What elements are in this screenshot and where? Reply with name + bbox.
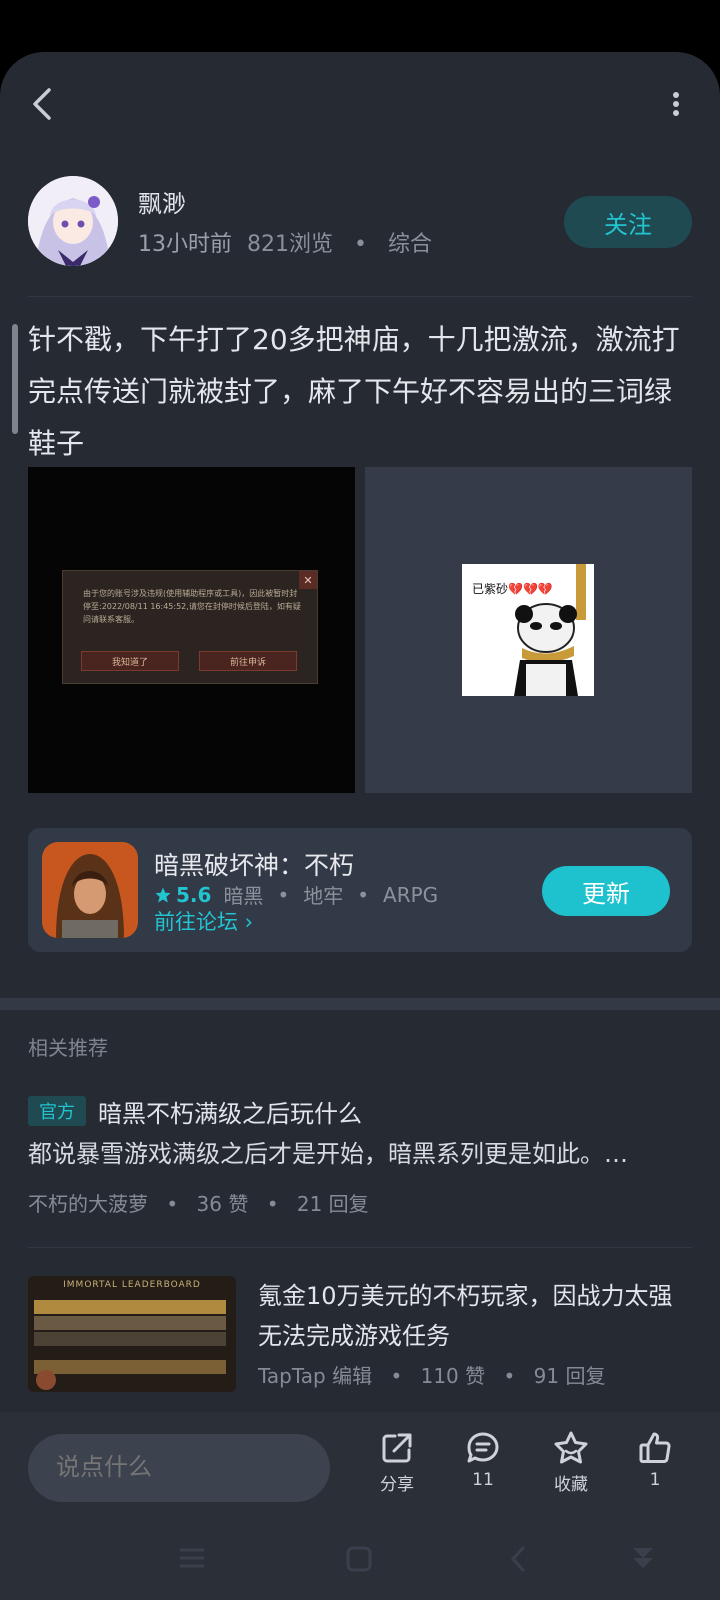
author-name[interactable]: 飘渺	[138, 184, 186, 219]
post-body: 针不戳，下午打了20多把神庙，十几把激流，激流打完点传送门就被封了，麻了下午好不…	[28, 323, 680, 460]
bottom-action-bar: 分享 11 收藏 1	[0, 1412, 720, 1516]
game-tag: 地牢	[303, 884, 344, 908]
game-tag: 暗黑	[223, 884, 264, 908]
author-header: 飘渺 13小时前 821浏览 • 综合 关注	[28, 176, 692, 272]
share-icon	[382, 1433, 412, 1463]
scroll-indicator[interactable]	[12, 324, 18, 434]
share-button[interactable]: 分享	[362, 1430, 432, 1500]
update-button[interactable]: 更新	[542, 866, 670, 916]
related-item-replies: 91 回复	[533, 1364, 606, 1388]
back-nav-icon[interactable]	[508, 1544, 528, 1574]
dialog-ok-label: 我知道了	[81, 651, 179, 671]
tag-separator: •	[357, 882, 370, 907]
related-item-meta: 不朽的大菠萝 • 36 赞 • 21 回复	[28, 1188, 369, 1217]
related-item-title: 氪金10万美元的不朽玩家，因战力太强无法完成游戏任务	[258, 1282, 673, 1350]
game-card[interactable]: 暗黑破坏神：不朽 5.6 暗黑 • 地牢 • ARPG 前往论坛 › 更新	[28, 828, 692, 952]
follow-button[interactable]: 关注	[564, 196, 692, 248]
related-heading: 相关推荐	[28, 1036, 108, 1060]
favorite-button[interactable]: 收藏	[536, 1430, 606, 1500]
system-nav-bar	[0, 1516, 720, 1600]
official-badge: 官方	[28, 1096, 86, 1126]
related-item-replies: 21 回复	[296, 1192, 369, 1216]
related-item-meta: TapTap 编辑 • 110 赞 • 91 回复	[258, 1360, 626, 1389]
comment-icon	[467, 1432, 499, 1463]
tag-separator: •	[277, 882, 290, 907]
back-button[interactable]	[22, 82, 62, 126]
divider	[28, 1247, 692, 1248]
post-image-meme[interactable]: 已紫砂💔💔💔	[365, 467, 692, 793]
meta-separator: •	[354, 232, 367, 257]
favorite-label: 收藏	[554, 1475, 588, 1495]
game-icon	[42, 842, 138, 938]
meta-separator: •	[503, 1364, 516, 1388]
post-category[interactable]: 综合	[388, 232, 432, 257]
comment-count: 11	[472, 1470, 494, 1490]
ban-dialog-text: 由于您的账号涉及违规(使用辅助程序或工具)，因此被暂时封停至:2022/08/1…	[83, 589, 301, 624]
related-item-likes: 36 赞	[196, 1192, 249, 1216]
game-title: 暗黑破坏神：不朽	[154, 851, 355, 880]
related-item-author: TapTap 编辑	[258, 1364, 373, 1388]
ban-dialog-image: ✕ 由于您的账号涉及违规(使用辅助程序或工具)，因此被暂时封停至:2022/08…	[62, 570, 318, 684]
related-item-title: 暗黑不朽满级之后玩什么	[98, 1100, 362, 1128]
thumbs-up-icon	[639, 1432, 671, 1463]
top-bar	[0, 52, 720, 152]
panda-meme: 已紫砂💔💔💔	[462, 564, 594, 696]
post-meta: 13小时前 821浏览 • 综合	[138, 226, 432, 258]
share-label: 分享	[380, 1475, 414, 1495]
game-tag: ARPG	[383, 882, 439, 907]
avatar[interactable]	[28, 176, 118, 266]
related-item-excerpt: 都说暴雪游戏满级之后才是开始，暗黑系列更是如此。…	[28, 1140, 628, 1168]
like-count: 1	[649, 1470, 661, 1490]
related-item-thumbnail: IMMORTAL LEADERBOARD	[28, 1276, 236, 1392]
game-rating: 5.6	[176, 882, 212, 907]
menu-icon[interactable]	[176, 1544, 208, 1572]
chevron-left-icon	[33, 88, 51, 120]
dialog-appeal-label: 前往申诉	[199, 651, 297, 671]
divider	[28, 296, 692, 297]
collapse-icon[interactable]	[628, 1542, 658, 1574]
star-icon	[155, 887, 171, 902]
post-image-screenshot[interactable]: ✕ 由于您的账号涉及违规(使用辅助程序或工具)，因此被暂时封停至:2022/08…	[28, 467, 355, 793]
post-detail-screen: 飘渺 13小时前 821浏览 • 综合 关注 针不戳，下午打了20多把神庙，十几…	[0, 52, 720, 1600]
related-item[interactable]: 官方 暗黑不朽满级之后玩什么 都说暴雪游戏满级之后才是开始，暗黑系列更是如此。……	[28, 1096, 692, 1236]
section-divider	[0, 998, 720, 1010]
comment-button[interactable]: 11	[448, 1430, 518, 1500]
star-outline-icon	[554, 1431, 588, 1464]
related-item[interactable]: IMMORTAL LEADERBOARD 氪金10万美元的不朽玩家，因战力太强无…	[28, 1276, 692, 1406]
related-item-likes: 110 赞	[420, 1364, 486, 1388]
related-item-author: 不朽的大菠萝	[28, 1192, 148, 1216]
forum-link[interactable]: 前往论坛 ›	[154, 906, 253, 936]
home-icon[interactable]	[344, 1544, 374, 1574]
post-time: 13小时前	[138, 232, 232, 257]
like-button[interactable]: 1	[620, 1430, 690, 1500]
meta-separator: •	[166, 1192, 179, 1216]
game-tags: 5.6 暗黑 • 地牢 • ARPG	[154, 880, 438, 909]
view-count: 821浏览	[247, 232, 333, 257]
meta-separator: •	[266, 1192, 279, 1216]
comment-input[interactable]	[28, 1434, 330, 1502]
meta-separator: •	[390, 1364, 403, 1388]
more-options-icon[interactable]	[666, 86, 686, 122]
